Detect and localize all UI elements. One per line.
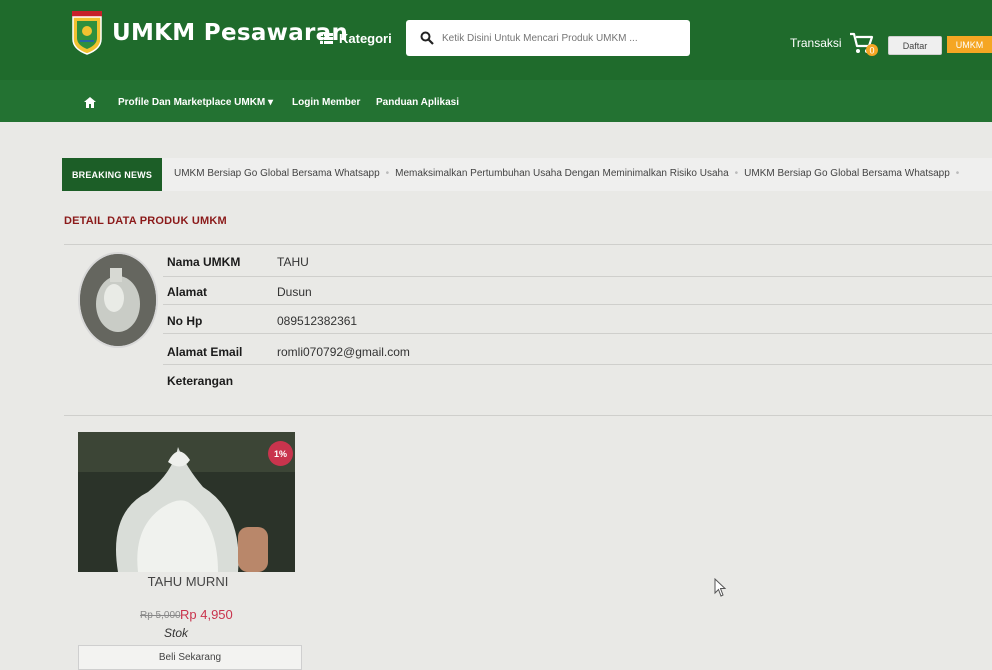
product-old-price: Rp 5,000 — [140, 610, 181, 621]
pesawaran-logo-icon[interactable] — [72, 11, 102, 55]
kategori-label: Kategori — [339, 31, 392, 46]
field-value-email: romli070792@gmail.com — [277, 345, 410, 359]
search-bar[interactable] — [406, 20, 690, 56]
field-label: Alamat — [167, 285, 208, 299]
site-brand[interactable]: UMKM Pesawaran — [112, 20, 348, 46]
search-input[interactable] — [440, 31, 684, 45]
field-label: Nama UMKM — [167, 255, 241, 269]
row-divider — [163, 304, 992, 305]
list-icon — [320, 33, 333, 44]
news-item[interactable]: Memaksimalkan Pertumbuhan Usaha Dengan M… — [395, 168, 728, 179]
field-value-no-hp: 089512382361 — [277, 314, 358, 328]
transaksi-link[interactable]: Transaksi — [790, 36, 842, 50]
nav-item-panduan-aplikasi[interactable]: Panduan Aplikasi — [376, 97, 459, 108]
product-photo — [78, 432, 295, 572]
nav-item-login-member[interactable]: Login Member — [292, 97, 360, 108]
product-stock-label: Stok — [164, 626, 189, 640]
divider — [64, 244, 992, 245]
search-icon[interactable] — [420, 31, 434, 45]
mouse-pointer-icon — [714, 578, 727, 597]
row-divider — [163, 364, 992, 365]
field-value-nama: TAHU — [277, 255, 309, 269]
cart-count: 0 — [869, 46, 874, 56]
news-ticker: UMKM Bersiap Go Global Bersama Whatsapp •… — [174, 168, 960, 179]
field-label: No Hp — [167, 314, 203, 328]
umkm-avatar — [78, 252, 158, 348]
daftar-button[interactable]: Daftar — [888, 36, 942, 55]
section-title: DETAIL DATA PRODUK UMKM — [64, 215, 227, 227]
nav-item-profile-marketplace[interactable]: Profile Dan Marketplace UMKM ▾ — [118, 97, 273, 108]
home-icon[interactable] — [84, 97, 96, 108]
avatar-image — [80, 254, 156, 346]
row-divider — [163, 333, 992, 334]
discount-badge: 1% — [268, 441, 293, 466]
field-label: Keterangan — [167, 374, 234, 388]
breaking-news-badge: BREAKING NEWS — [62, 158, 162, 191]
divider — [64, 415, 992, 416]
news-item[interactable]: UMKM Bersiap Go Global Bersama Whatsapp — [174, 168, 380, 179]
kategori-menu[interactable]: Kategori — [320, 31, 392, 46]
product-price: Rp 4,950 — [180, 607, 233, 622]
cart-icon[interactable]: 0 — [848, 30, 878, 58]
row-divider — [163, 276, 992, 277]
news-item[interactable]: UMKM Bersiap Go Global Bersama Whatsapp — [744, 168, 950, 179]
field-value-alamat: Dusun — [277, 285, 312, 299]
field-label: Alamat Email — [167, 345, 243, 359]
product-name[interactable]: TAHU MURNI — [78, 574, 298, 589]
umkm-button[interactable]: UMKM — [947, 36, 992, 53]
buy-now-button[interactable]: Beli Sekarang — [78, 645, 302, 670]
product-image[interactable] — [78, 432, 295, 572]
